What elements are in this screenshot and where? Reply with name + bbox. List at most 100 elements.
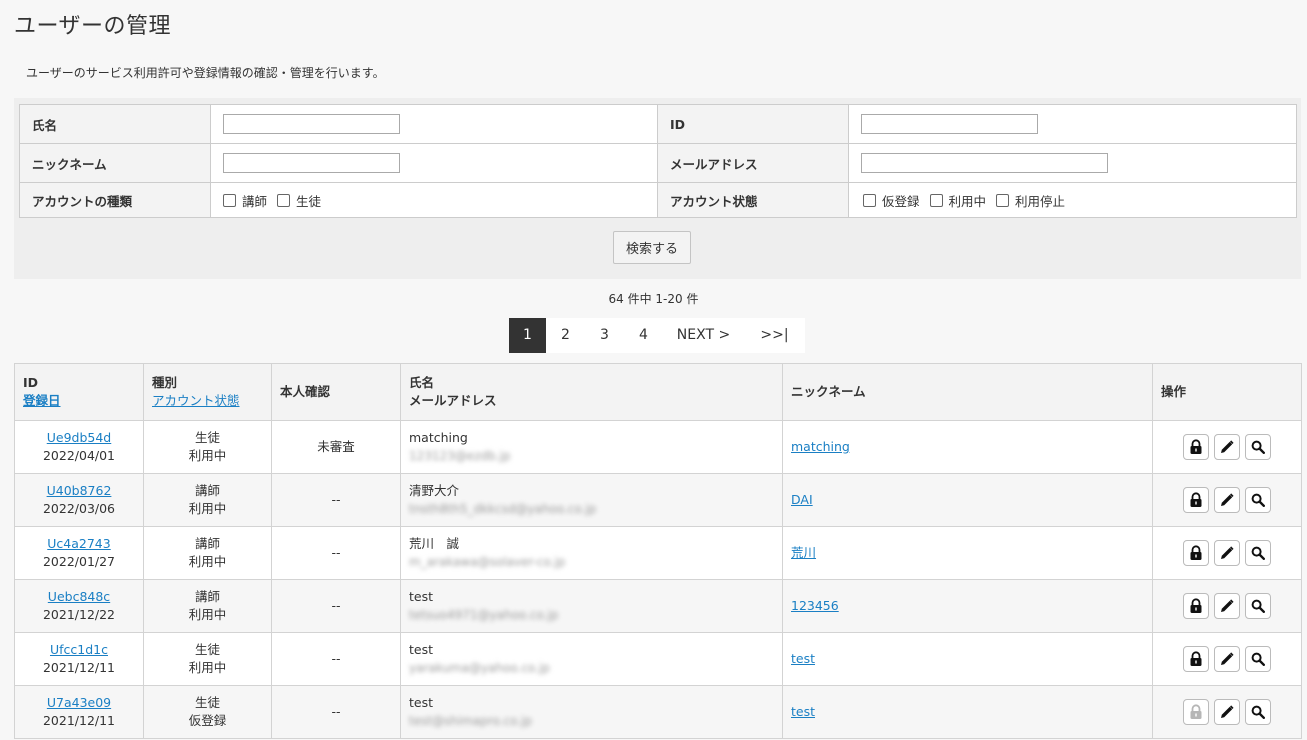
checkbox-box[interactable] — [277, 193, 291, 207]
magnifier-icon — [1251, 440, 1265, 454]
account-type: 生徒 — [194, 430, 220, 445]
page-3-button[interactable]: 3 — [585, 318, 624, 353]
user-email: 123123@ezdb.jp — [409, 449, 511, 463]
edit-button[interactable] — [1214, 646, 1240, 672]
lock-button-disabled[interactable] — [1183, 699, 1209, 725]
status-checkbox-provisional[interactable]: 仮登録 — [863, 191, 920, 210]
magnifier-icon — [1251, 599, 1265, 613]
last-page-button[interactable]: >>| — [744, 318, 805, 353]
header-type-label: 種別 — [152, 375, 178, 390]
user-name: matching — [409, 430, 468, 445]
nickname-cell: 123456 — [782, 579, 1153, 633]
page-1-button[interactable]: 1 — [509, 318, 546, 353]
nickname-cell: 荒川 — [782, 526, 1153, 580]
checkbox-label: 利用停止 — [1015, 193, 1066, 209]
verification-status: -- — [271, 473, 401, 527]
lock-button[interactable] — [1183, 646, 1209, 672]
user-id-link[interactable]: Ufcc1d1c — [50, 642, 108, 657]
type-cell: 講師 利用中 — [143, 579, 272, 633]
lock-button[interactable] — [1183, 540, 1209, 566]
checkbox-box[interactable] — [223, 193, 236, 207]
account-type-checkbox-student[interactable]: 生徒 — [277, 191, 321, 210]
nickname-cell: test — [782, 632, 1153, 686]
nickname-input[interactable] — [223, 153, 400, 173]
type-cell: 講師 利用中 — [143, 473, 272, 527]
lock-button[interactable] — [1183, 434, 1209, 460]
lock-icon — [1190, 704, 1202, 719]
lock-button[interactable] — [1183, 487, 1209, 513]
user-id-link[interactable]: Uebc848c — [48, 589, 110, 604]
user-id-link[interactable]: Uc4a2743 — [47, 536, 110, 551]
view-button[interactable] — [1245, 540, 1271, 566]
edit-button[interactable] — [1214, 593, 1240, 619]
nickname-cell: test — [782, 685, 1153, 739]
user-id-link[interactable]: U40b8762 — [47, 483, 112, 498]
user-id-link[interactable]: U7a43e09 — [47, 695, 111, 710]
page-4-button[interactable]: 4 — [624, 318, 663, 353]
name-email-cell: 荒川 誠 m_arakawa@solaver-co.jp — [400, 526, 783, 580]
account-type-checkbox-teacher[interactable]: 講師 — [223, 191, 267, 210]
nickname-link[interactable]: matching — [791, 439, 850, 454]
id-cell: U7a43e09 2021/12/11 — [14, 685, 144, 739]
edit-button[interactable] — [1214, 487, 1240, 513]
account-type-options: 講師 生徒 — [210, 182, 658, 218]
account-status-options: 仮登録 利用中 利用停止 — [848, 182, 1297, 218]
verification-status: -- — [271, 685, 401, 739]
nickname-link[interactable]: DAI — [791, 492, 813, 507]
view-button[interactable] — [1245, 699, 1271, 725]
lock-button[interactable] — [1183, 593, 1209, 619]
account-status: 利用中 — [188, 554, 227, 569]
checkbox-box[interactable] — [929, 193, 943, 207]
name-email-cell: matching 123123@ezdb.jp — [400, 420, 783, 474]
id-input[interactable] — [861, 114, 1038, 134]
user-id-link[interactable]: Ue9db54d — [47, 430, 112, 445]
checkbox-box[interactable] — [996, 193, 1010, 207]
registration-date: 2022/04/01 — [42, 448, 116, 463]
nickname-label: ニックネーム — [19, 143, 211, 183]
name-email-cell: test tetsuo4971@yahoo.co.jp — [400, 579, 783, 633]
nickname-link[interactable]: 荒川 — [791, 545, 816, 560]
page-2-button[interactable]: 2 — [546, 318, 585, 353]
status-checkbox-active[interactable]: 利用中 — [929, 191, 986, 210]
email-input[interactable] — [861, 153, 1108, 173]
status-checkbox-suspended[interactable]: 利用停止 — [996, 191, 1065, 210]
edit-button[interactable] — [1214, 434, 1240, 460]
view-button[interactable] — [1245, 646, 1271, 672]
edit-button[interactable] — [1214, 699, 1240, 725]
operations-cell — [1152, 685, 1302, 739]
view-button[interactable] — [1245, 434, 1271, 460]
header-nickname: ニックネーム — [782, 363, 1153, 421]
magnifier-icon — [1251, 493, 1265, 507]
next-page-button[interactable]: NEXT > — [663, 318, 744, 353]
pagination: 1 2 3 4 NEXT > >>| — [509, 318, 805, 353]
view-button[interactable] — [1245, 593, 1271, 619]
nickname-link[interactable]: test — [791, 704, 815, 719]
type-cell: 講師 利用中 — [143, 526, 272, 580]
id-cell: Uebc848c 2021/12/22 — [14, 579, 144, 633]
checkbox-label: 生徒 — [296, 193, 322, 209]
name-input[interactable] — [223, 114, 400, 134]
name-email-cell: test yarakuma@yahoo.co.jp — [400, 632, 783, 686]
user-row: Uebc848c 2021/12/22 講師 利用中 -- test tetsu… — [14, 579, 1302, 633]
lock-icon — [1190, 545, 1202, 560]
operations-cell — [1152, 526, 1302, 580]
search-button[interactable]: 検索する — [613, 231, 691, 264]
header-id: ID 登録日 — [14, 363, 144, 421]
pencil-icon — [1221, 652, 1234, 665]
user-name: test — [409, 642, 434, 657]
nickname-link[interactable]: 123456 — [791, 598, 839, 613]
sort-registration-date-link[interactable]: 登録日 — [23, 393, 61, 408]
header-type: 種別 アカウント状態 — [143, 363, 272, 421]
nickname-link[interactable]: test — [791, 651, 815, 666]
checkbox-label: 仮登録 — [882, 193, 920, 209]
lock-icon — [1190, 439, 1202, 454]
id-cell: Ue9db54d 2022/04/01 — [14, 420, 144, 474]
checkbox-box[interactable] — [863, 193, 876, 207]
email-field-cell — [848, 143, 1297, 183]
sort-account-status-link[interactable]: アカウント状態 — [152, 393, 240, 408]
page-description: ユーザーのサービス利用許可や登録情報の確認・管理を行います。 — [26, 66, 385, 80]
view-button[interactable] — [1245, 487, 1271, 513]
user-email: tnsth8th5_dkkcsd@yahoo.co.jp — [409, 502, 597, 516]
edit-button[interactable] — [1214, 540, 1240, 566]
lock-icon — [1190, 651, 1202, 666]
